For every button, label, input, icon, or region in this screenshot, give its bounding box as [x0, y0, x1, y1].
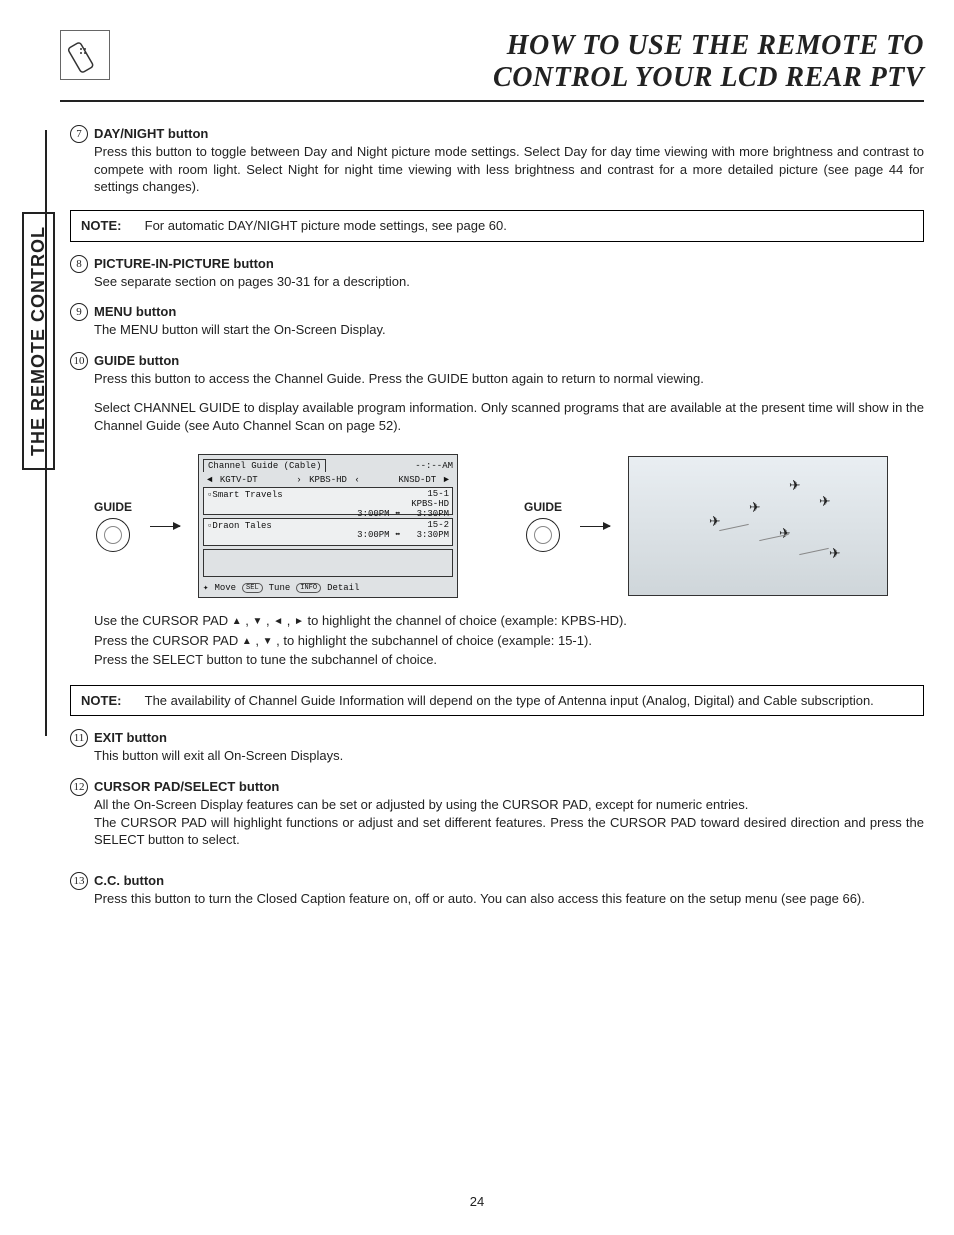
item-11-heading: EXIT button — [94, 730, 924, 745]
page-header: HOW TO USE THE REMOTE TO CONTROL YOUR LC… — [60, 30, 924, 102]
guide-button-icon — [96, 518, 130, 552]
pg-l1a: Use the CURSOR PAD — [94, 613, 232, 628]
item-13-text: Press this button to turn the Closed Cap… — [94, 890, 924, 908]
note-2-label: NOTE: — [81, 692, 141, 710]
pg-l1b: to highlight the channel of choice (exam… — [304, 613, 627, 628]
item-8: 8 PICTURE-IN-PICTURE button See separate… — [70, 256, 924, 291]
title-line-1: HOW TO USE THE REMOTE TO — [507, 30, 924, 61]
guide-button-right: GUIDE — [524, 500, 562, 552]
note-box-2: NOTE: The availability of Channel Guide … — [70, 685, 924, 717]
plane-icon: ✈ — [829, 545, 841, 562]
cg-detail: Detail — [327, 583, 359, 593]
cg-row-2: ▫Draon Tales 15-2 3:00PM ⬌ 3:30PM — [203, 518, 453, 546]
cg-r2-ch: 15-2 — [427, 520, 449, 530]
item-13: 13 C.C. button Press this button to turn… — [70, 873, 924, 908]
brand-logo — [60, 30, 110, 80]
note-2-text: The availability of Channel Guide Inform… — [145, 692, 907, 710]
item-number-10: 10 — [70, 352, 88, 370]
cg-r2-name: Draon Tales — [212, 521, 271, 531]
plane-icon: ✈ — [789, 477, 801, 494]
page-title: HOW TO USE THE REMOTE TO CONTROL YOUR LC… — [120, 30, 924, 94]
cg-info-pill: INFO — [296, 583, 321, 593]
guide-illustration-row: GUIDE Channel Guide (Cable) --:--AM ◄ KG… — [94, 454, 924, 598]
cg-r1-ch: 15-1 — [427, 489, 449, 499]
title-line-2: CONTROL YOUR LCD REAR PTV — [493, 62, 924, 93]
item-13-heading: C.C. button — [94, 873, 924, 888]
plane-icon: ✈ — [819, 493, 831, 510]
item-10: 10 GUIDE button Press this button to acc… — [70, 353, 924, 671]
item-9: 9 MENU button The MENU button will start… — [70, 304, 924, 339]
item-number-12: 12 — [70, 778, 88, 796]
cg-ch-left: KGTV-DT — [218, 475, 260, 485]
guide-button-label-right: GUIDE — [524, 500, 562, 514]
plane-icon: ✈ — [749, 499, 761, 516]
item-7-text: Press this button to toggle between Day … — [94, 143, 924, 196]
cg-ch-mid: KPBS-HD — [307, 475, 349, 485]
cg-r1-t1: 3:00PM — [357, 509, 389, 519]
guide-instructions: Use the CURSOR PAD ▲ , ▼ , ◄ , ► to high… — [94, 612, 924, 669]
cg-row-1: ▫Smart Travels 15-1 KPBS-HD 3:00PM ⬌ 3:3… — [203, 487, 453, 515]
item-11-text: This button will exit all On-Screen Disp… — [94, 747, 924, 765]
arrow-right-icon — [150, 526, 180, 528]
cg-sel-pill: SEL — [242, 583, 263, 593]
section-tab-label: THE REMOTE CONTROL — [28, 226, 49, 456]
cg-title: Channel Guide (Cable) — [203, 459, 326, 472]
pg-l2b: , to highlight the subchannel of choice … — [273, 633, 592, 648]
cg-row-empty — [203, 549, 453, 577]
cg-ch-right: KNSD-DT — [396, 475, 438, 485]
item-12-heading: CURSOR PAD/SELECT button — [94, 779, 924, 794]
cg-r1-t2: 3:30PM — [417, 509, 449, 519]
guide-button-label-left: GUIDE — [94, 500, 132, 514]
item-number-7: 7 — [70, 125, 88, 143]
cg-time: --:--AM — [415, 461, 453, 471]
cg-r2-t1: 3:00PM — [357, 530, 389, 540]
item-8-text: See separate section on pages 30-31 for … — [94, 273, 924, 291]
guide-button-icon — [526, 518, 560, 552]
arrow-right-icon — [580, 526, 610, 528]
cg-r2-t2: 3:30PM — [417, 530, 449, 540]
cg-legend: ✦ Move SEL Tune INFO Detail — [203, 580, 453, 593]
item-10-text2: Select CHANNEL GUIDE to display availabl… — [94, 399, 924, 434]
cg-move: Move — [214, 583, 236, 593]
item-number-13: 13 — [70, 872, 88, 890]
channel-guide-screenshot: Channel Guide (Cable) --:--AM ◄ KGTV-DT … — [198, 454, 458, 598]
item-9-heading: MENU button — [94, 304, 924, 319]
plane-icon: ✈ — [709, 513, 721, 530]
item-number-8: 8 — [70, 255, 88, 273]
item-number-9: 9 — [70, 303, 88, 321]
remote-icon — [67, 37, 103, 73]
guide-button-left: GUIDE — [94, 500, 132, 552]
item-11: 11 EXIT button This button will exit all… — [70, 730, 924, 765]
pg-l2a: Press the CURSOR PAD — [94, 633, 242, 648]
cg-r1-name: Smart Travels — [212, 490, 282, 500]
item-12-text: All the On-Screen Display features can b… — [94, 796, 924, 849]
item-8-heading: PICTURE-IN-PICTURE button — [94, 256, 924, 271]
item-10-heading: GUIDE button — [94, 353, 924, 368]
item-7: 7 DAY/NIGHT button Press this button to … — [70, 126, 924, 196]
tv-image-planes: ✈ ✈ ✈ ✈ ✈ ✈ — [628, 456, 888, 596]
cg-tune: Tune — [269, 583, 291, 593]
item-12: 12 CURSOR PAD/SELECT button All the On-S… — [70, 779, 924, 849]
section-tab: THE REMOTE CONTROL — [22, 212, 55, 470]
cg-r1-sub: KPBS-HD — [411, 499, 449, 509]
note-box-1: NOTE: For automatic DAY/NIGHT picture mo… — [70, 210, 924, 242]
item-10-text1: Press this button to access the Channel … — [94, 370, 924, 388]
note-1-text: For automatic DAY/NIGHT picture mode set… — [145, 217, 907, 235]
pg-l3: Press the SELECT button to tune the subc… — [94, 651, 924, 669]
move-icon: ✦ — [203, 583, 208, 593]
note-1-label: NOTE: — [81, 217, 141, 235]
item-7-heading: DAY/NIGHT button — [94, 126, 924, 141]
item-number-11: 11 — [70, 729, 88, 747]
item-9-text: The MENU button will start the On-Screen… — [94, 321, 924, 339]
page-number: 24 — [0, 1194, 954, 1209]
